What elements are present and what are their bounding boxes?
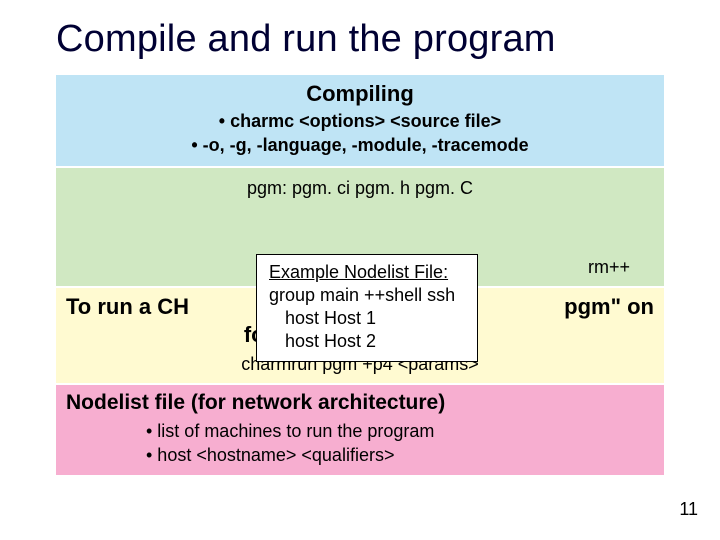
slide: Compile and run the program Compiling • … xyxy=(0,0,720,540)
nodelist-example-line-2: host Host 1 xyxy=(269,307,465,330)
compiling-bullet-2: • -o, -g, -language, -module, -tracemode xyxy=(66,133,654,157)
compiling-panel: Compiling • charmc <options> <source fil… xyxy=(56,75,664,166)
nodelist-example-box: Example Nodelist File: group main ++shel… xyxy=(256,254,478,362)
page-number: 11 xyxy=(679,499,698,520)
nodelist-example-heading: Example Nodelist File: xyxy=(269,261,465,284)
compiling-heading: Compiling xyxy=(66,81,654,107)
nodelist-panel: Nodelist file (for network architecture)… xyxy=(56,385,664,476)
run-right-fragment: pgm" on xyxy=(564,294,654,320)
nodelist-example-line-3: host Host 2 xyxy=(269,330,465,353)
run-left-fragment: To run a CH xyxy=(66,294,189,320)
nodelist-bullets: • list of machines to run the program • … xyxy=(66,419,654,468)
slide-title: Compile and run the program xyxy=(56,18,664,61)
compiling-bullet-1: • charmc <options> <source file> xyxy=(66,109,654,133)
nodelist-example-line-1: group main ++shell ssh xyxy=(269,284,465,307)
nodelist-heading: Nodelist file (for network architecture) xyxy=(66,391,654,415)
nodelist-bullet-2: • host <hostname> <qualifiers> xyxy=(146,443,654,467)
makefile-line-1: pgm: pgm. ci pgm. h pgm. C xyxy=(66,178,654,199)
nodelist-bullet-1: • list of machines to run the program xyxy=(146,419,654,443)
compiling-bullets: • charmc <options> <source file> • -o, -… xyxy=(66,109,654,158)
